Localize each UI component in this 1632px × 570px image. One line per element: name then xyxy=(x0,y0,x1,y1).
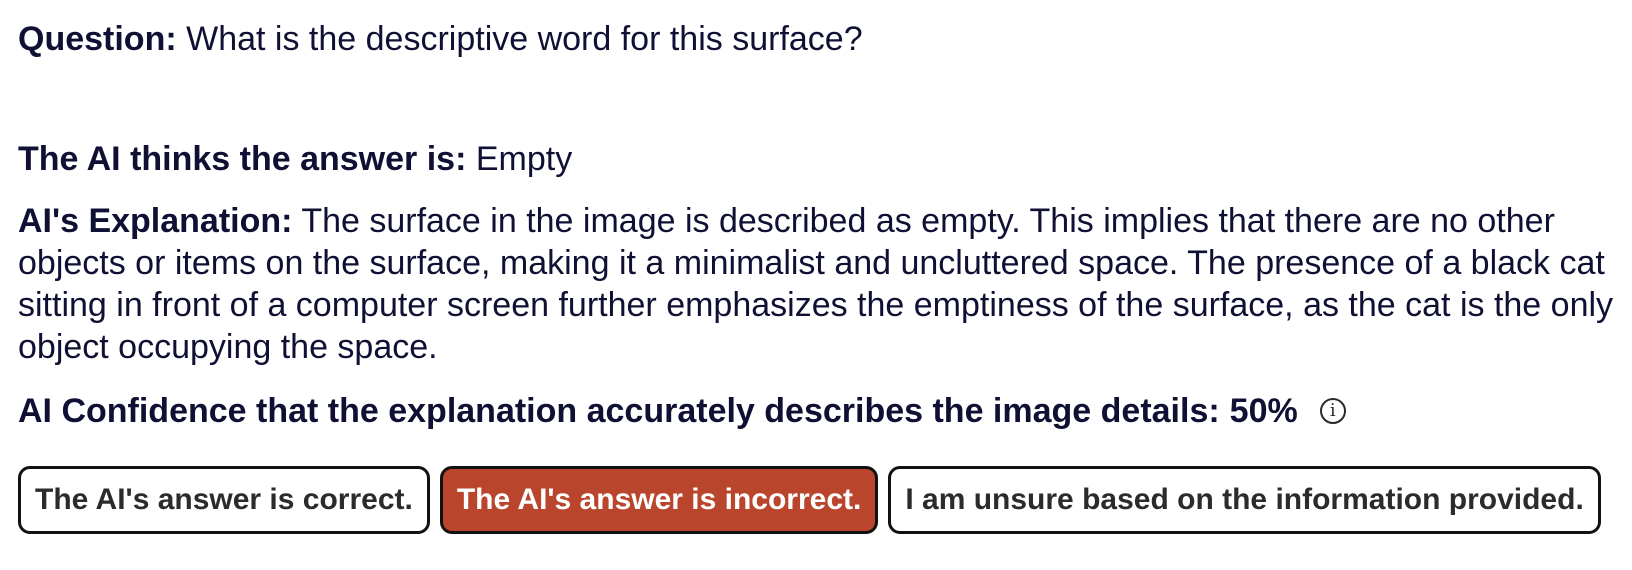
answer-text: Empty xyxy=(475,140,573,178)
info-icon[interactable]: i xyxy=(1319,398,1346,424)
ai-review-panel: Question: What is the descriptive word f… xyxy=(18,18,1618,534)
answer-unsure-button[interactable]: I am unsure based on the information pro… xyxy=(888,466,1601,534)
answer-label: The AI thinks the answer is: xyxy=(18,140,467,178)
question-line: Question: What is the descriptive word f… xyxy=(18,18,1618,60)
explanation-paragraph: AI's Explanation: The surface in the ima… xyxy=(18,200,1618,368)
answer-correct-button[interactable]: The AI's answer is correct. xyxy=(18,466,430,534)
question-label: Question: xyxy=(18,20,177,58)
confidence-label: AI Confidence that the explanation accur… xyxy=(18,392,1220,430)
response-buttons: The AI's answer is correct. The AI's ans… xyxy=(18,466,1618,534)
confidence-line: AI Confidence that the explanation accur… xyxy=(18,390,1618,432)
explanation-label: AI's Explanation: xyxy=(18,202,293,240)
question-text: What is the descriptive word for this su… xyxy=(186,20,863,58)
confidence-value: 50% xyxy=(1229,392,1298,430)
answer-incorrect-button[interactable]: The AI's answer is incorrect. xyxy=(439,466,879,534)
answer-line: The AI thinks the answer is: Empty xyxy=(18,138,1618,180)
